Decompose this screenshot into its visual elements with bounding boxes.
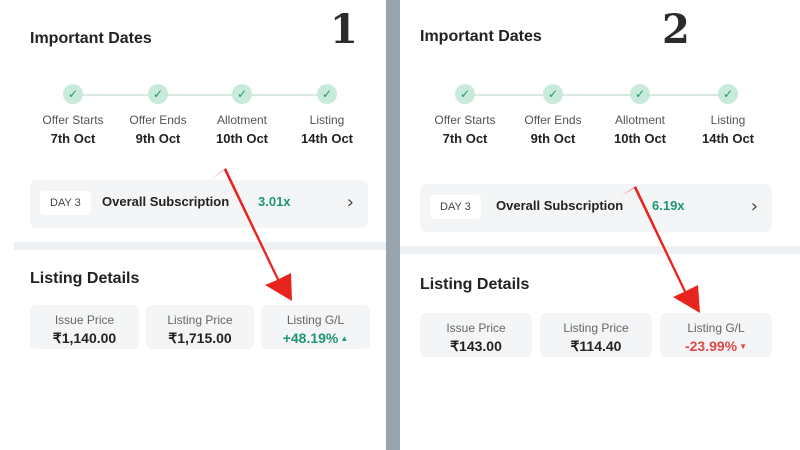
step-label: Listing bbox=[309, 113, 345, 127]
triangle-up-icon: ▲ bbox=[340, 334, 349, 343]
chevron-right-icon[interactable]: › bbox=[347, 192, 354, 213]
subscription-label: Overall Subscription bbox=[102, 194, 230, 209]
timeline-step-offer-starts: ✓ Offer Starts 7th Oct bbox=[28, 84, 118, 146]
listing-details-title: Listing Details bbox=[420, 276, 530, 293]
dates-timeline: ✓ Offer Starts 7th Oct ✓ Offer Ends 9th … bbox=[420, 84, 790, 154]
subscription-label: Overall Subscription bbox=[496, 198, 624, 213]
issue-price-value: ₹1,140.00 bbox=[52, 330, 117, 346]
subscription-card[interactable]: DAY 3 Overall Subscription 3.01x › bbox=[30, 180, 368, 228]
panel-number-badge: 1 bbox=[330, 6, 358, 53]
check-icon: ✓ bbox=[455, 84, 475, 104]
panel-divider bbox=[386, 0, 400, 450]
listing-details-row: Issue Price ₹143.00 Listing Price ₹114.4… bbox=[420, 313, 772, 357]
listing-price-label: Listing Price bbox=[167, 313, 233, 327]
step-date: 9th Oct bbox=[530, 131, 576, 146]
step-date: 14th Oct bbox=[701, 131, 754, 146]
step-date: 10th Oct bbox=[613, 131, 666, 146]
step-label: Listing bbox=[710, 113, 746, 127]
step-date: 7th Oct bbox=[442, 131, 488, 146]
chevron-right-icon[interactable]: › bbox=[751, 196, 758, 217]
timeline-step-allotment: ✓ Allotment 10th Oct bbox=[197, 84, 287, 146]
issue-price-card: Issue Price ₹143.00 bbox=[420, 313, 532, 357]
issue-price-label: Issue Price bbox=[446, 321, 506, 335]
listing-gl-value-wrap: -23.99% ▼ bbox=[660, 338, 772, 354]
timeline-step-listing: ✓ Listing 14th Oct bbox=[282, 84, 372, 146]
listing-gl-value-wrap: +48.19% ▲ bbox=[261, 330, 370, 346]
step-date: 7th Oct bbox=[50, 131, 96, 146]
step-date: 9th Oct bbox=[135, 131, 181, 146]
step-label: Allotment bbox=[614, 113, 666, 127]
listing-gl-label: Listing G/L bbox=[687, 321, 745, 335]
step-label: Offer Ends bbox=[524, 113, 582, 127]
check-icon: ✓ bbox=[317, 84, 337, 104]
listing-gl-card: Listing G/L -23.99% ▼ bbox=[660, 313, 772, 357]
timeline-step-offer-starts: ✓ Offer Starts 7th Oct bbox=[420, 84, 510, 146]
issue-price-value: ₹143.00 bbox=[450, 338, 502, 354]
dates-timeline: ✓ Offer Starts 7th Oct ✓ Offer Ends 9th … bbox=[28, 84, 368, 154]
timeline-step-offer-ends: ✓ Offer Ends 9th Oct bbox=[113, 84, 203, 146]
listing-price-card: Listing Price ₹1,715.00 bbox=[146, 305, 254, 349]
listing-gl-card: Listing G/L +48.19% ▲ bbox=[261, 305, 370, 349]
listing-details-row: Issue Price ₹1,140.00 Listing Price ₹1,7… bbox=[30, 305, 370, 349]
listing-price-value: ₹114.40 bbox=[570, 338, 622, 354]
listing-gl-value: +48.19% bbox=[282, 330, 339, 346]
subscription-value: 3.01x bbox=[258, 194, 291, 209]
panel-number-badge: 2 bbox=[662, 6, 690, 53]
step-label: Offer Ends bbox=[129, 113, 187, 127]
triangle-down-icon: ▼ bbox=[739, 342, 748, 351]
check-icon: ✓ bbox=[232, 84, 252, 104]
step-label: Allotment bbox=[216, 113, 268, 127]
step-label: Offer Starts bbox=[42, 113, 104, 127]
panel-1: 1 Important Dates ✓ Offer Starts 7th Oct… bbox=[0, 0, 386, 450]
listing-price-value: ₹1,715.00 bbox=[168, 330, 232, 346]
check-icon: ✓ bbox=[63, 84, 83, 104]
subscription-value: 6.19x bbox=[652, 198, 685, 213]
issue-price-label: Issue Price bbox=[54, 313, 115, 327]
listing-details-title: Listing Details bbox=[30, 270, 140, 287]
issue-price-card: Issue Price ₹1,140.00 bbox=[30, 305, 139, 349]
section-separator bbox=[14, 242, 386, 250]
check-icon: ✓ bbox=[718, 84, 738, 104]
important-dates-title: Important Dates bbox=[420, 28, 542, 45]
listing-price-label: Listing Price bbox=[563, 321, 629, 335]
listing-price-card: Listing Price ₹114.40 bbox=[540, 313, 652, 357]
subscription-card[interactable]: DAY 3 Overall Subscription 6.19x › bbox=[420, 184, 772, 232]
step-date: 10th Oct bbox=[215, 131, 268, 146]
listing-gl-label: Listing G/L bbox=[286, 313, 345, 327]
step-date: 14th Oct bbox=[300, 131, 353, 146]
check-icon: ✓ bbox=[543, 84, 563, 104]
subscription-day-pill: DAY 3 bbox=[430, 195, 481, 219]
timeline-step-listing: ✓ Listing 14th Oct bbox=[683, 84, 773, 146]
listing-gl-value: -23.99% bbox=[684, 338, 738, 354]
timeline-step-offer-ends: ✓ Offer Ends 9th Oct bbox=[508, 84, 598, 146]
check-icon: ✓ bbox=[630, 84, 650, 104]
step-label: Offer Starts bbox=[434, 113, 496, 127]
check-icon: ✓ bbox=[148, 84, 168, 104]
important-dates-title: Important Dates bbox=[30, 30, 152, 47]
section-separator bbox=[400, 246, 800, 254]
panel-2: 2 Important Dates ✓ Offer Starts 7th Oct… bbox=[400, 0, 800, 450]
timeline-step-allotment: ✓ Allotment 10th Oct bbox=[595, 84, 685, 146]
subscription-day-pill: DAY 3 bbox=[40, 191, 91, 215]
